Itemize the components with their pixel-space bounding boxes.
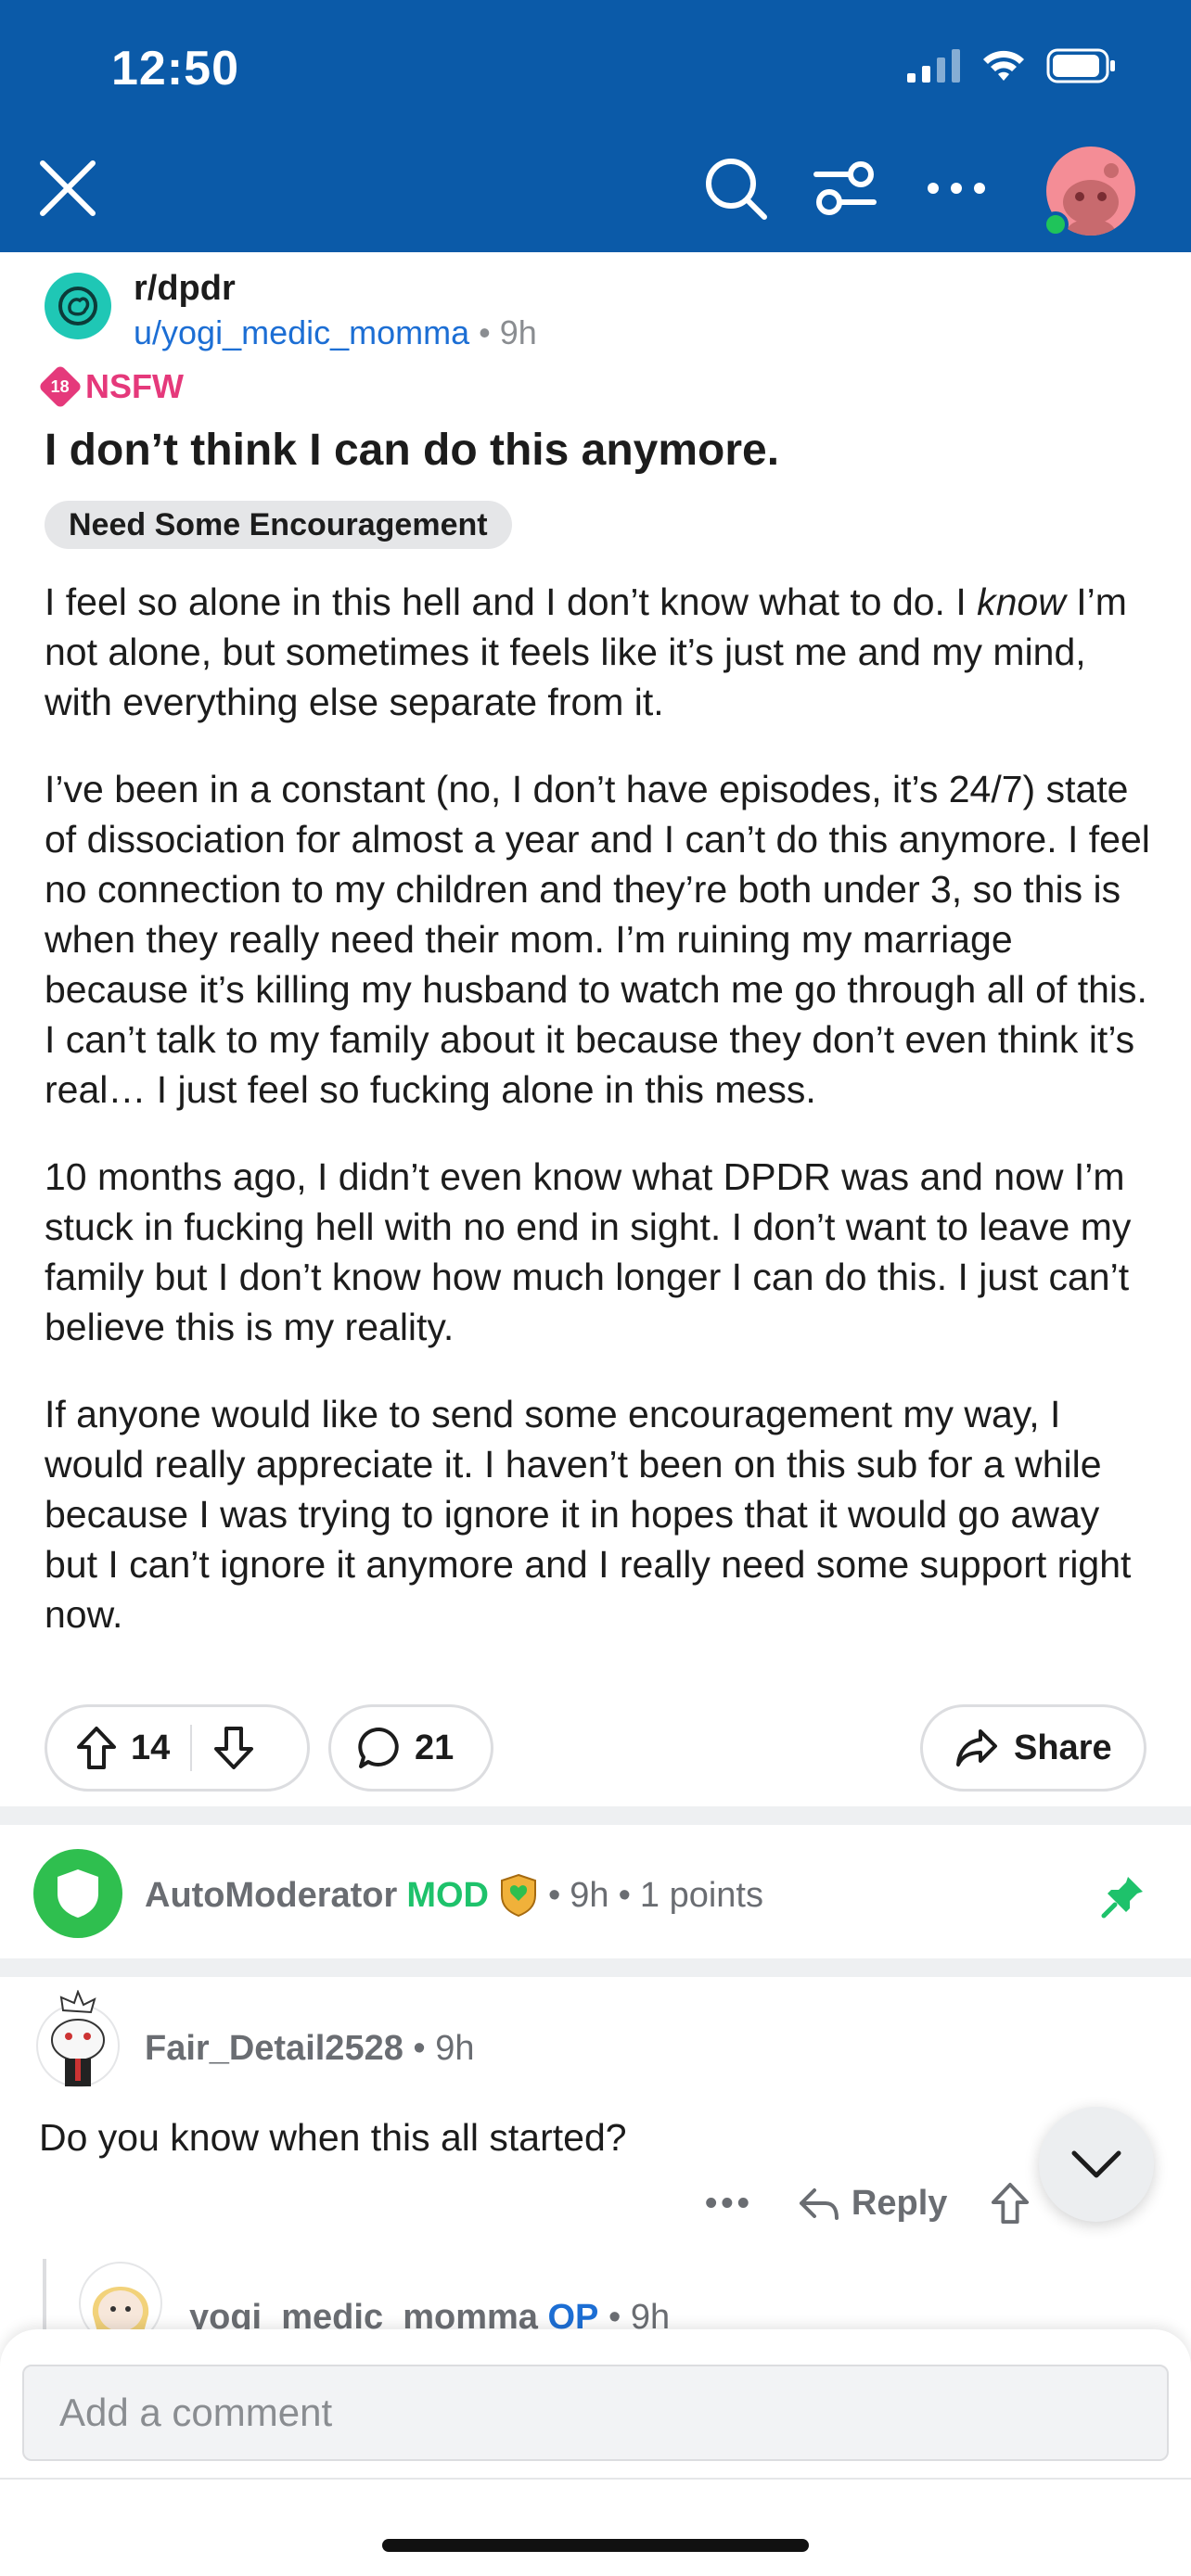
vote-control: 14 [45, 1704, 310, 1792]
comments-button[interactable]: 21 [328, 1704, 493, 1792]
chevron-down-icon [1071, 2150, 1121, 2178]
app-header: 12:50 [0, 0, 1191, 252]
meta-separator: • [479, 313, 500, 351]
post-paragraph: If anyone would like to send some encour… [45, 1393, 1132, 1636]
share-label: Share [1014, 1728, 1112, 1767]
search-icon [706, 159, 767, 220]
subreddit-icon[interactable] [45, 273, 111, 339]
pin-icon [1101, 1877, 1143, 1919]
mod-shield-award-icon [500, 1873, 536, 1918]
next-comment-button[interactable] [1039, 2107, 1154, 2222]
signal-icon [907, 49, 960, 83]
composer-divider [0, 2478, 1191, 2480]
section-divider [0, 1958, 1191, 1977]
more-icon [928, 183, 985, 194]
automod-comment-header[interactable]: AutoModerator MOD • 9h • 1 points [145, 1873, 763, 1918]
comment-text: Do you know when this all started? [39, 2116, 627, 2159]
automod-username[interactable]: AutoModerator [145, 1876, 397, 1916]
section-divider [0, 1806, 1191, 1825]
nsfw-18-icon: 18 [37, 363, 83, 410]
brain-icon [58, 287, 97, 325]
shield-icon [58, 1869, 98, 1918]
automod-points: 1 points [639, 1875, 763, 1915]
search-button[interactable] [701, 154, 770, 223]
post-author[interactable]: u/yogi_medic_momma [134, 313, 469, 351]
online-status-dot [1043, 211, 1069, 237]
post-paragraph: 10 months ago, I didn’t even know what D… [45, 1155, 1132, 1348]
filter-icon [813, 161, 877, 215]
comment-actions: ••• Reply [705, 2181, 1031, 2225]
add-comment-input[interactable]: Add a comment [22, 2365, 1169, 2461]
status-icons [907, 48, 1117, 83]
home-indicator[interactable] [382, 2539, 809, 2552]
automod-avatar[interactable] [33, 1849, 122, 1938]
post-body: I feel so alone in this hell and I don’t… [45, 577, 1154, 1677]
automod-time: 9h [570, 1875, 609, 1915]
filter-button[interactable] [811, 154, 879, 223]
comment-time: 9h [435, 2029, 475, 2068]
nsfw-tag: 18 NSFW [37, 363, 184, 410]
subreddit-name[interactable]: r/dpdr [134, 269, 236, 309]
thread-line [43, 2259, 46, 2333]
status-time: 12:50 [111, 42, 239, 96]
comment-more-button[interactable]: ••• [705, 2184, 753, 2224]
battery-icon [1046, 48, 1115, 83]
comment-username[interactable]: Fair_Detail2528 [145, 2029, 403, 2068]
vote-divider [190, 1725, 193, 1771]
post-time: 9h [499, 313, 537, 351]
mod-badge: MOD [406, 1875, 489, 1915]
more-button[interactable] [922, 154, 991, 223]
reply-icon [799, 2188, 839, 2220]
reply-button[interactable]: Reply [798, 2184, 947, 2224]
upvote-icon[interactable] [75, 1725, 118, 1771]
share-button[interactable]: Share [920, 1704, 1146, 1792]
nsfw-label: NSFW [85, 367, 184, 405]
post-title: I don’t think I can do this anymore. [45, 426, 780, 475]
comment-header: Fair_Detail2528 • 9h [145, 2029, 475, 2068]
vote-score: 14 [131, 1728, 171, 1767]
share-icon [956, 1729, 997, 1766]
commenter-avatar[interactable] [33, 1990, 122, 2092]
reply-label: Reply [851, 2183, 948, 2223]
comment-bubble-icon [358, 1727, 399, 1768]
post-paragraph: I’ve been in a constant (no, I don’t hav… [45, 768, 1150, 1111]
wifi-icon [983, 50, 1024, 81]
post-flair[interactable]: Need Some Encouragement [45, 501, 512, 549]
comment-upvote-icon[interactable] [990, 2181, 1031, 2225]
downvote-icon[interactable] [212, 1725, 255, 1771]
comment-count: 21 [415, 1728, 455, 1767]
close-icon[interactable] [35, 156, 100, 221]
post-paragraph: I feel so alone in this hell and I don’t… [45, 580, 1127, 723]
post-meta: u/yogi_medic_momma • 9h [134, 313, 537, 352]
